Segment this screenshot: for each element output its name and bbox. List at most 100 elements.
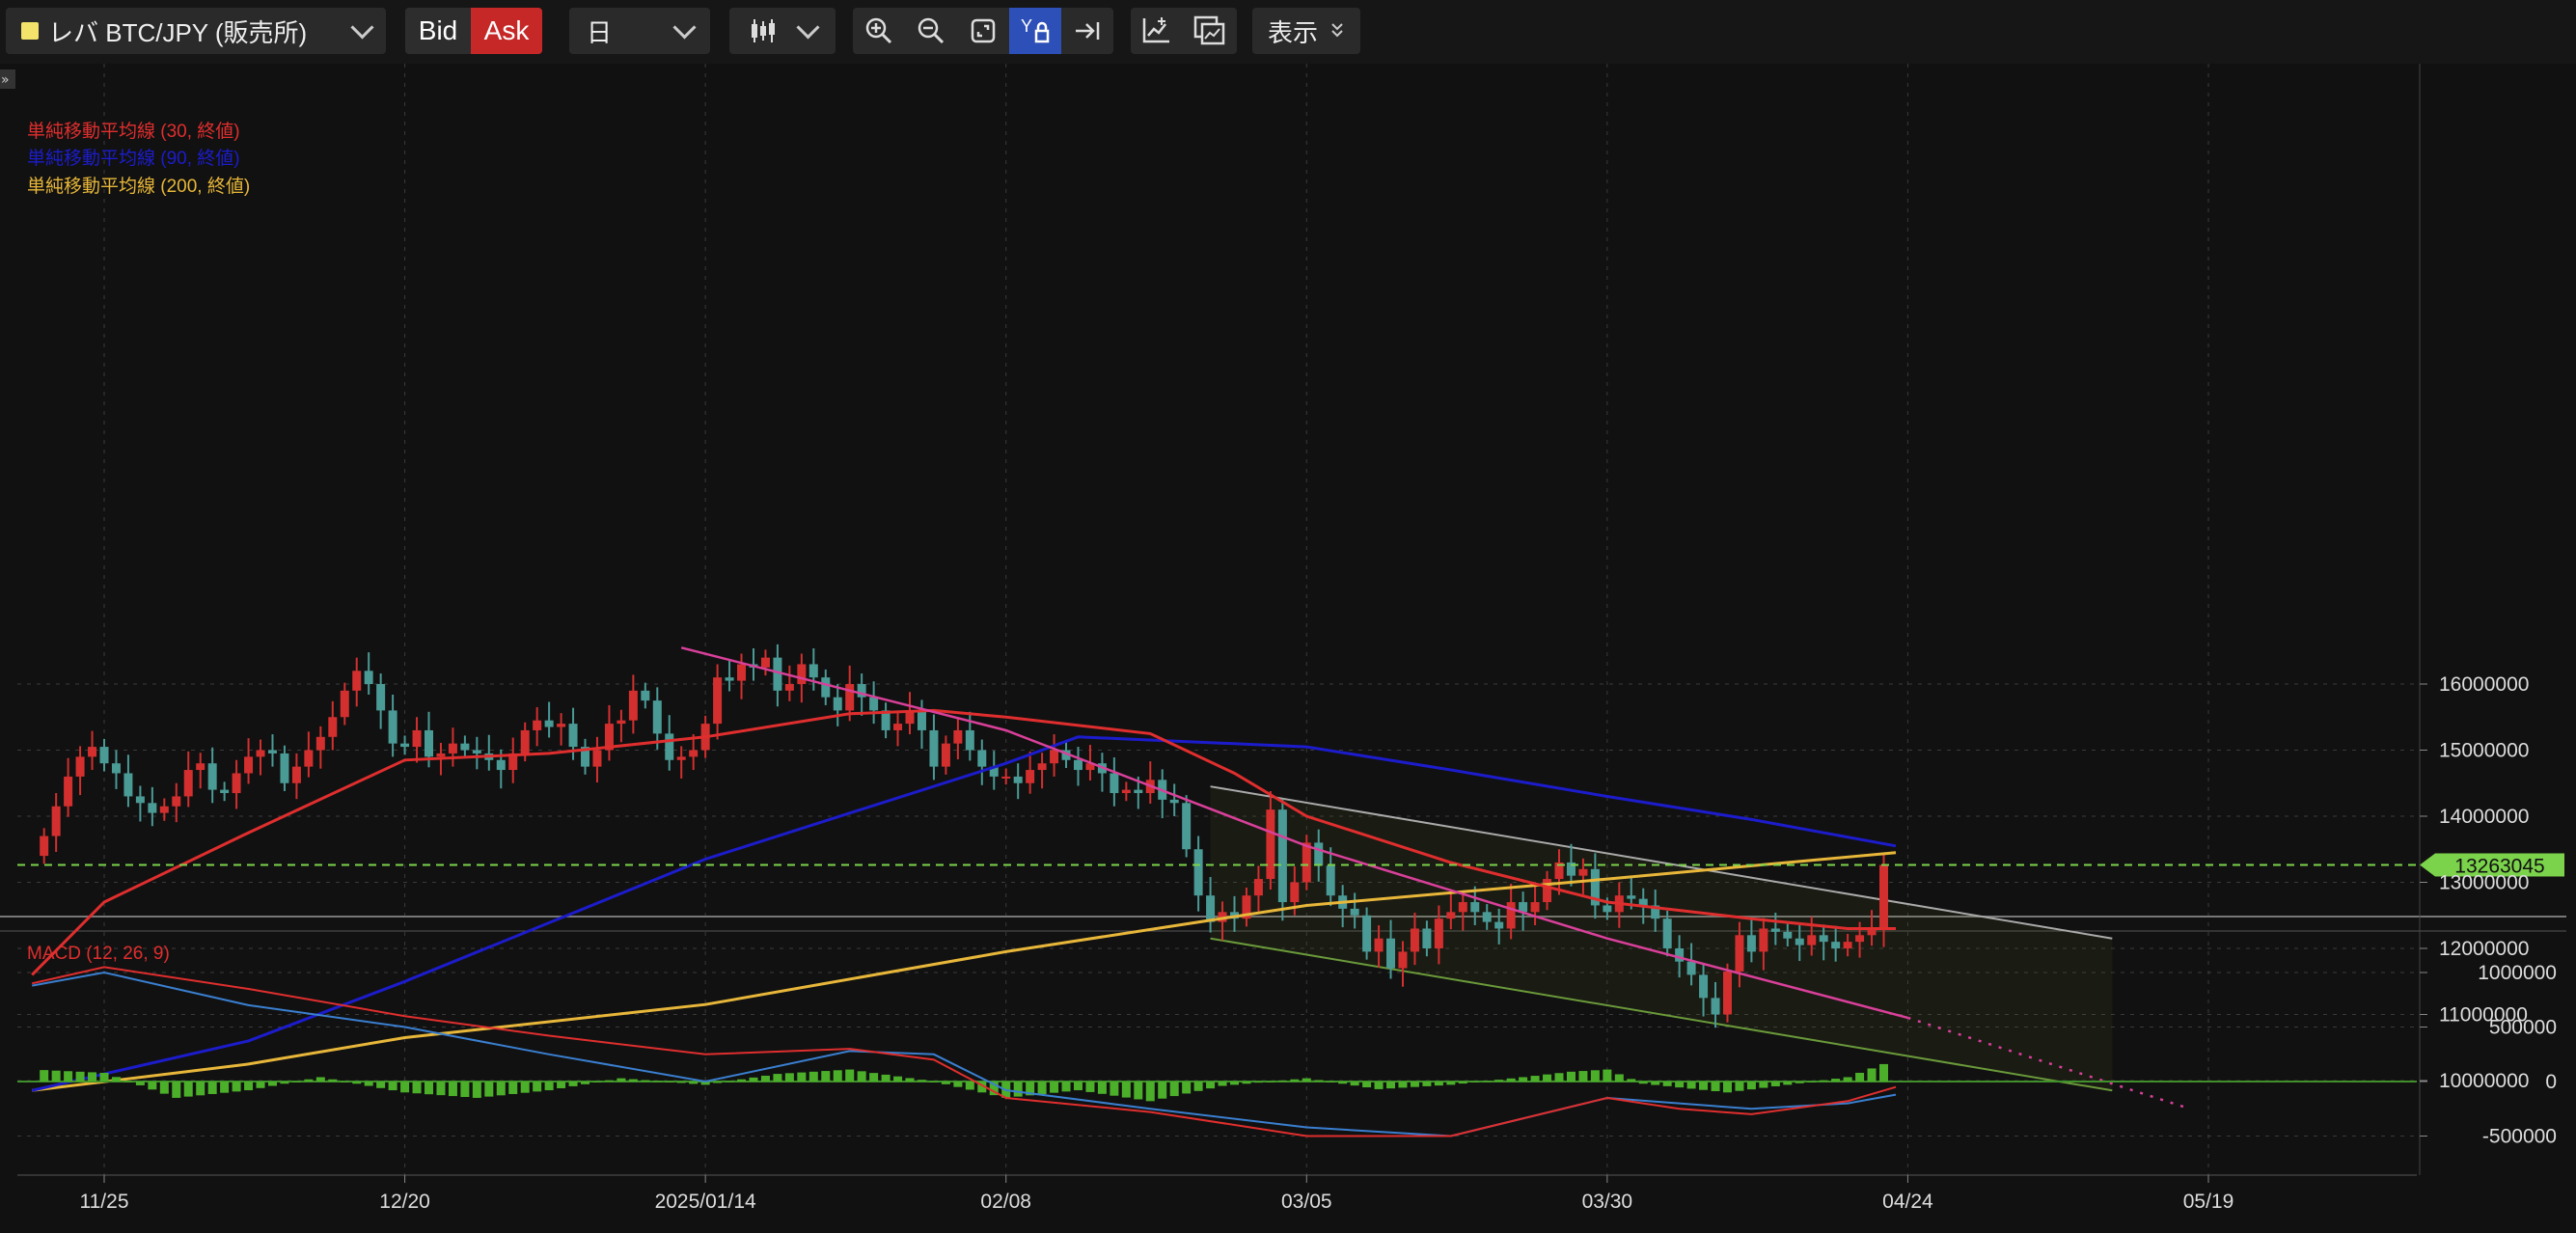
candle-body [1362, 915, 1372, 952]
candle-body [1506, 902, 1516, 929]
candle-body [1819, 935, 1828, 943]
macd-hist-bar [1735, 1082, 1744, 1091]
candle-body [340, 690, 349, 718]
legend-macd[interactable]: MACD (12, 26, 9) [27, 944, 170, 965]
period-selector[interactable]: 日 [569, 8, 710, 54]
macd-hist-bar [917, 1080, 926, 1082]
fit-button[interactable] [957, 8, 1009, 54]
macd-hist-bar [1193, 1082, 1203, 1091]
macd-hist-bar [484, 1082, 494, 1097]
ask-button[interactable]: Ask [471, 8, 542, 54]
candle-body [1037, 763, 1047, 771]
macd-hist-bar [1686, 1082, 1696, 1089]
macd-hist-bar [1699, 1082, 1709, 1090]
macd-hist-bar [364, 1082, 373, 1086]
candle-body [1302, 842, 1311, 883]
macd-hist-bar [148, 1082, 157, 1090]
chart-area[interactable]: 13263045 1600000015000000140000001300000… [0, 64, 2576, 1233]
candle[interactable] [1302, 835, 1311, 890]
symbol-selector[interactable]: レバ BTC/JPY (販売所) [6, 8, 386, 54]
legend-sma200[interactable]: 単純移動平均線 (200, 終値) [27, 172, 250, 198]
candle-body [1855, 935, 1865, 943]
candle-body [135, 796, 145, 804]
candle-body [1735, 935, 1744, 972]
macd-hist-bar [88, 1072, 97, 1082]
macd-hist-bar [388, 1082, 397, 1091]
macd-hist-bar [1314, 1080, 1324, 1082]
candle-body [929, 729, 939, 767]
collapse-handle[interactable]: » [0, 69, 15, 89]
macd-hist-bar [256, 1082, 265, 1088]
candle-body [520, 729, 530, 754]
candle-body [220, 789, 230, 794]
macd-hist-bar [111, 1077, 121, 1082]
time-axis-label: 11/25 [80, 1191, 129, 1213]
macd-axis-label: 1000000 [2478, 962, 2557, 984]
candle-body [1193, 849, 1203, 896]
candle-body [244, 756, 254, 774]
zoom-out-button[interactable] [905, 8, 957, 54]
time-axis-label: 02/08 [980, 1191, 1031, 1213]
candle-body [472, 750, 481, 754]
candle-body [40, 836, 49, 857]
view-menu[interactable]: 表示 [1252, 8, 1360, 54]
candle-body [1458, 902, 1467, 913]
candle[interactable] [1722, 963, 1732, 1023]
macd-hist-bar [857, 1071, 866, 1082]
macd-hist-bar [1831, 1079, 1841, 1082]
macd-hist-bar [797, 1072, 807, 1082]
macd-hist-bar [760, 1075, 770, 1082]
candle-body [1398, 951, 1408, 969]
legend-sma30[interactable]: 単純移動平均線 (30, 終値) [27, 117, 240, 143]
macd-hist-bar [520, 1082, 530, 1093]
candle-body [1350, 908, 1359, 916]
macd-hist-bar [412, 1082, 422, 1094]
candle-body [533, 720, 542, 730]
candle-body [592, 750, 602, 767]
compare-button[interactable] [1183, 8, 1235, 54]
legend-sma90[interactable]: 単純移動平均線 (90, 終値) [27, 144, 240, 170]
macd-hist-bar [1085, 1082, 1095, 1092]
candle-body [1253, 879, 1263, 896]
macd-hist-bar [1290, 1079, 1300, 1082]
candle-body [448, 743, 457, 754]
chart-type-selector[interactable] [729, 8, 836, 54]
candle-body [388, 710, 397, 744]
macd-hist-bar [1867, 1068, 1877, 1082]
candle-body [1073, 759, 1082, 771]
macd-hist-bar [1759, 1082, 1768, 1088]
time-axis-label: 12/20 [379, 1191, 430, 1213]
macd-axis-label: 0 [2545, 1071, 2557, 1093]
macd-hist-bar [1242, 1082, 1251, 1084]
indicator-toolbar [1131, 8, 1237, 54]
bid-button[interactable]: Bid [405, 8, 471, 54]
macd-hist-bar [1519, 1077, 1528, 1082]
macd-hist-bar [328, 1079, 338, 1082]
candle-body [1711, 998, 1720, 1015]
macd-hist-bar [172, 1082, 181, 1098]
candle-body [1807, 935, 1817, 945]
macd-hist-bar [821, 1071, 831, 1082]
candle-body [364, 671, 373, 684]
macd-hist-bar [737, 1079, 747, 1082]
macd-hist-bar [1386, 1082, 1396, 1089]
candle-body [1446, 912, 1456, 919]
macd-hist-bar [1795, 1082, 1804, 1083]
candle-body [845, 684, 855, 711]
candle-body [51, 806, 61, 836]
macd-hist-bar [1614, 1074, 1624, 1082]
macd-hist-bar [196, 1082, 206, 1096]
candle-body [1831, 942, 1841, 948]
scroll-end-button[interactable] [1061, 8, 1113, 54]
macd-hist-bar [1110, 1082, 1119, 1096]
candle-body [232, 773, 241, 794]
macd-hist-bar [1746, 1082, 1756, 1090]
candle[interactable] [1182, 795, 1192, 858]
candle-body [1603, 905, 1612, 913]
macd-hist-bar [689, 1082, 699, 1084]
candle-body [641, 690, 650, 701]
y-lock-button[interactable]: Y [1009, 8, 1061, 54]
candle-body [280, 753, 289, 783]
add-indicator-button[interactable] [1131, 8, 1183, 54]
zoom-in-button[interactable] [853, 8, 905, 54]
